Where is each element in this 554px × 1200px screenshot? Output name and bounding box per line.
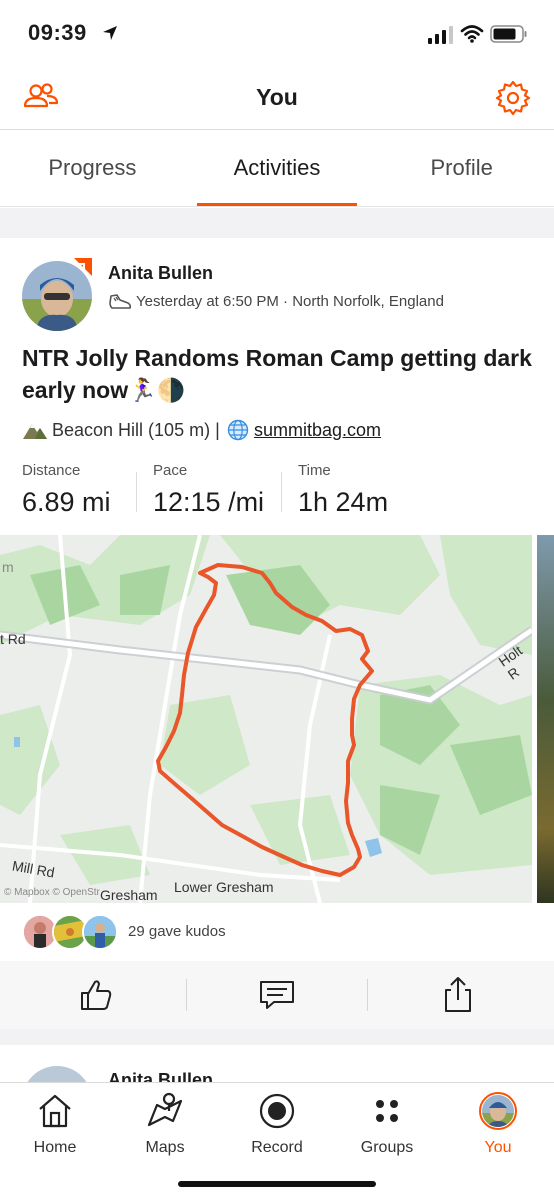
wifi-icon: [460, 25, 484, 43]
subscriber-badge-icon: [74, 258, 92, 276]
avatar: [479, 1092, 517, 1130]
kudo-avatar: [82, 914, 118, 950]
tab-maps[interactable]: Maps: [110, 1091, 220, 1157]
map-label-m: m: [2, 559, 14, 575]
stat-distance: Distance 6.89 mi: [22, 462, 111, 518]
page-title: You: [256, 84, 298, 110]
stat-divider: [281, 472, 282, 512]
next-photo-peek[interactable]: [537, 535, 554, 903]
groups-icon: [376, 1100, 398, 1122]
stat-divider: [136, 472, 137, 512]
stat-label: Pace: [153, 462, 188, 479]
activity-meta: Yesterday at 6:50 PM · North Norfolk, En…: [136, 293, 444, 310]
cellular-signal-icon: [428, 26, 453, 44]
section-separator: [0, 1029, 554, 1045]
mountain-icon: [23, 424, 47, 439]
tab-profile[interactable]: Profile: [369, 131, 554, 206]
run-shoe-icon: [109, 294, 132, 309]
section-separator: [0, 208, 554, 238]
summit-info: Beacon Hill (105 m) |: [52, 420, 220, 440]
athlete-name[interactable]: Anita Bullen: [108, 263, 213, 284]
stat-value: 12:15 /mi: [153, 487, 265, 517]
tab-label: Groups: [360, 1139, 414, 1156]
stat-label: Time: [298, 462, 331, 479]
summitbag-link[interactable]: summitbag.com: [254, 420, 381, 441]
tab-label: You: [484, 1139, 512, 1156]
tab-home[interactable]: Home: [0, 1091, 110, 1157]
map-icon: [147, 1092, 183, 1127]
battery-icon: [490, 25, 527, 43]
stat-value: 1h 24m: [298, 487, 389, 517]
tab-record[interactable]: Record: [222, 1091, 332, 1157]
gear-icon[interactable]: [494, 79, 532, 117]
stat-label: Distance: [22, 462, 81, 479]
map-label-lower-gresham: Lower Gresham: [174, 879, 274, 895]
globe-icon: [227, 419, 249, 441]
tab-groups[interactable]: Groups: [332, 1091, 442, 1157]
share-icon[interactable]: [438, 975, 478, 1015]
tab-label: Record: [251, 1139, 303, 1156]
map-graphic: [0, 535, 532, 903]
comment-icon[interactable]: [257, 975, 297, 1015]
kudos-thumbs-up-icon[interactable]: [76, 975, 116, 1015]
stat-value: 6.89 mi: [22, 487, 111, 517]
tab-label: Home: [33, 1139, 77, 1156]
map-label-gresham: Gresham: [100, 887, 158, 903]
map-label-rd-left: t Rd: [0, 631, 26, 647]
record-icon: [259, 1093, 295, 1129]
activity-actions: [0, 961, 554, 1029]
status-time: 09:39: [28, 20, 87, 45]
action-divider: [367, 979, 368, 1011]
top-navigation-bar: You: [0, 64, 554, 130]
home-indicator: [178, 1181, 376, 1187]
map-attribution: © Mapbox © OpenStr: [4, 887, 100, 898]
tab-you[interactable]: You: [443, 1091, 553, 1157]
home-icon: [39, 1094, 71, 1128]
location-arrow-icon: [103, 26, 117, 40]
stat-time: Time 1h 24m: [298, 462, 388, 518]
action-divider: [186, 979, 187, 1011]
profile-tabs: Progress Activities Profile: [0, 131, 554, 207]
kudos-avatars[interactable]: [22, 914, 118, 950]
route-map[interactable]: t Rd Holt R Mill Rd Gresham Lower Gresha…: [0, 535, 532, 903]
kudos-count[interactable]: 29 gave kudos: [128, 923, 226, 940]
tab-progress[interactable]: Progress: [0, 131, 185, 206]
status-bar: 09:39: [0, 0, 554, 64]
tab-label: Maps: [145, 1139, 185, 1156]
activity-title[interactable]: NTR Jolly Randoms Roman Camp getting dar…: [22, 342, 532, 406]
tab-activities[interactable]: Activities: [185, 131, 370, 206]
stat-pace: Pace 12:15 /mi: [153, 462, 264, 518]
